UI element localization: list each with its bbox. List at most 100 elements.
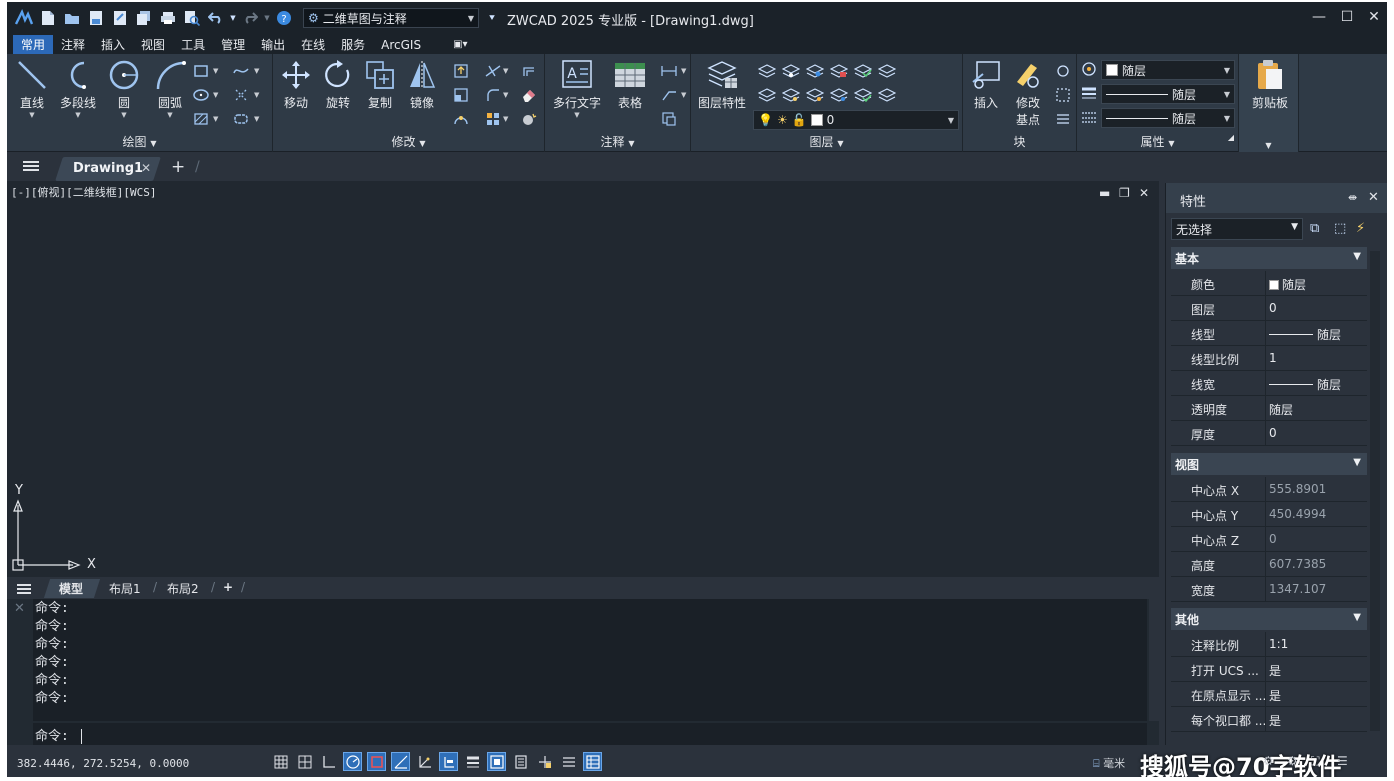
prop-row-ucs-per-viewport[interactable]: 每个视口都 ... 是 xyxy=(1171,707,1367,732)
lineweight-toggle-icon[interactable] xyxy=(463,752,482,771)
polar-tracking-icon[interactable] xyxy=(343,752,362,771)
object-snap-icon[interactable] xyxy=(367,752,386,771)
linetype-icon[interactable] xyxy=(1079,108,1099,126)
block-group-label[interactable]: 块 xyxy=(963,133,1076,150)
match-properties-icon[interactable] xyxy=(1079,60,1099,78)
prop-row-transparency[interactable]: 透明度 随层 xyxy=(1171,396,1367,421)
chevron-down-icon[interactable]: ▼ xyxy=(681,91,686,99)
save-as-icon[interactable] xyxy=(109,7,131,29)
prop-row-center-z[interactable]: 中心点 Z 0 xyxy=(1171,527,1367,552)
redo-icon[interactable] xyxy=(239,7,261,29)
redo-dropdown-icon[interactable]: ▼ xyxy=(263,7,271,29)
stretch-icon[interactable] xyxy=(451,62,471,80)
layer-tool-icon[interactable] xyxy=(853,86,873,104)
prop-row-ucs-icon-on[interactable]: 打开 UCS ... 是 xyxy=(1171,657,1367,682)
viewport-restore-icon[interactable]: ❐ xyxy=(1119,186,1130,200)
tab-layout2[interactable]: 布局2 xyxy=(167,580,199,597)
viewport-close-icon[interactable]: ✕ xyxy=(1139,186,1149,200)
annotation-monitor-icon[interactable] xyxy=(559,752,578,771)
properties-scrollbar[interactable] xyxy=(1368,247,1382,739)
prop-row-ucs-at-origin[interactable]: 在原点显示 ... 是 xyxy=(1171,682,1367,707)
circle-button[interactable]: 圆 ▼ xyxy=(101,54,147,119)
prop-row-width[interactable]: 宽度 1347.107 xyxy=(1171,577,1367,602)
offset-icon[interactable] xyxy=(519,62,539,80)
layer-tool-icon[interactable] xyxy=(781,86,801,104)
layer-tool-icon[interactable] xyxy=(829,62,849,80)
workspace-selector[interactable]: ⚙ 二维草图与注释 ▼ xyxy=(303,8,479,28)
minimize-button[interactable]: — xyxy=(1307,6,1331,28)
copy-button[interactable]: 复制 xyxy=(357,54,403,111)
ortho-mode-icon[interactable] xyxy=(319,752,338,771)
print-icon[interactable] xyxy=(157,7,179,29)
app-logo-icon[interactable] xyxy=(13,7,35,29)
polyline-button[interactable]: 多段线 ▼ xyxy=(55,54,101,119)
tab-manage[interactable]: 管理 xyxy=(213,35,253,54)
prop-row-height[interactable]: 高度 607.7385 xyxy=(1171,552,1367,577)
grid-display-icon[interactable] xyxy=(271,752,290,771)
dynamic-ucs-icon[interactable] xyxy=(415,752,434,771)
command-input[interactable]: 命令: xyxy=(33,723,1147,745)
maximize-button[interactable]: ☐ xyxy=(1335,6,1359,28)
linetype-selector[interactable]: 随层 ▼ xyxy=(1101,84,1235,104)
viewport-minimize-icon[interactable]: ▬ xyxy=(1099,186,1110,200)
select-objects-icon[interactable]: ⬚ xyxy=(1334,221,1346,236)
mirror-button[interactable]: 镜像 xyxy=(399,54,445,111)
properties-group-label[interactable]: 属性 ▼ ◢ xyxy=(1077,133,1238,150)
rotate-button[interactable]: 旋转 xyxy=(315,54,361,111)
chevron-down-icon[interactable]: ▼ xyxy=(503,115,508,123)
chevron-down-icon[interactable]: ▼ xyxy=(503,91,508,99)
array-icon[interactable] xyxy=(483,110,503,128)
array-path-icon[interactable] xyxy=(451,110,471,128)
tab-services[interactable]: 服务 xyxy=(333,35,373,54)
pin-panel-icon[interactable]: ⇼ xyxy=(1348,191,1357,204)
3d-snap-icon[interactable] xyxy=(535,752,554,771)
new-file-icon[interactable] xyxy=(37,7,59,29)
edit-base-point-button[interactable]: 修改 基点 xyxy=(1005,54,1051,128)
layer-tool-icon[interactable] xyxy=(877,86,897,104)
chevron-down-icon[interactable]: ▼ xyxy=(254,91,259,99)
scroll-thumb[interactable] xyxy=(1370,251,1380,731)
paste-button[interactable]: 剪贴板 xyxy=(1245,54,1295,111)
toggle-pickadd-icon[interactable]: ⧉ xyxy=(1310,221,1319,236)
close-button[interactable]: ✕ xyxy=(1362,6,1386,28)
fillet-icon[interactable] xyxy=(483,86,503,104)
command-scrollbar[interactable] xyxy=(1149,599,1159,721)
prop-row-layer[interactable]: 图层 0 xyxy=(1171,296,1367,321)
help-icon[interactable]: ? xyxy=(273,7,295,29)
undo-icon[interactable] xyxy=(205,7,227,29)
mtext-button[interactable]: A 多行文字 ▼ xyxy=(551,54,603,119)
lineweight-selector[interactable]: 随层 ▼ xyxy=(1101,108,1235,128)
dynamic-input-icon[interactable] xyxy=(439,752,458,771)
revcloud-icon[interactable] xyxy=(231,110,251,128)
prop-row-thickness[interactable]: 厚度 0 xyxy=(1171,421,1367,446)
explode-icon[interactable] xyxy=(519,110,539,128)
section-general[interactable]: 基本 ▼ xyxy=(1171,247,1367,269)
open-folder-icon[interactable] xyxy=(61,7,83,29)
layer-properties-button[interactable]: 图层特性 xyxy=(695,54,749,111)
tab-home[interactable]: 常用 xyxy=(13,35,54,54)
arc-button[interactable]: 圆弧 ▼ xyxy=(147,54,193,119)
close-tab-icon[interactable]: ✕ xyxy=(141,161,151,175)
layer-tool-icon[interactable] xyxy=(805,86,825,104)
trim-icon[interactable] xyxy=(483,62,503,80)
dimension-icon[interactable] xyxy=(659,62,679,80)
save-all-icon[interactable] xyxy=(133,7,155,29)
tab-online[interactable]: 在线 xyxy=(293,35,333,54)
tab-view[interactable]: 视图 xyxy=(133,35,173,54)
customize-icon[interactable]: ☰ xyxy=(1337,754,1348,768)
hamburger-menu-icon[interactable] xyxy=(23,159,39,173)
object-snap-tracking-icon[interactable] xyxy=(391,752,410,771)
layer-selector[interactable]: 💡 ☀ 🔓 0 ▼ xyxy=(753,110,959,130)
prop-row-annotation-scale[interactable]: 注释比例 1:1 xyxy=(1171,632,1367,657)
transparency-icon[interactable] xyxy=(487,752,506,771)
chevron-down-icon[interactable]: ▼ xyxy=(213,115,218,123)
selection-cycling-icon[interactable] xyxy=(511,752,530,771)
layer-tool-icon[interactable] xyxy=(853,62,873,80)
tab-model[interactable]: 模型 xyxy=(59,580,83,597)
customize-toolbar-icon[interactable]: ⯆ xyxy=(481,7,503,29)
prop-row-linetype[interactable]: 线型 随层 xyxy=(1171,321,1367,346)
chevron-down-icon[interactable]: ▼ xyxy=(503,67,508,75)
tab-insert[interactable]: 插入 xyxy=(93,35,133,54)
ribbon-minimize-icon[interactable]: ▣▾ xyxy=(445,35,475,54)
create-block-icon[interactable] xyxy=(1053,62,1073,80)
